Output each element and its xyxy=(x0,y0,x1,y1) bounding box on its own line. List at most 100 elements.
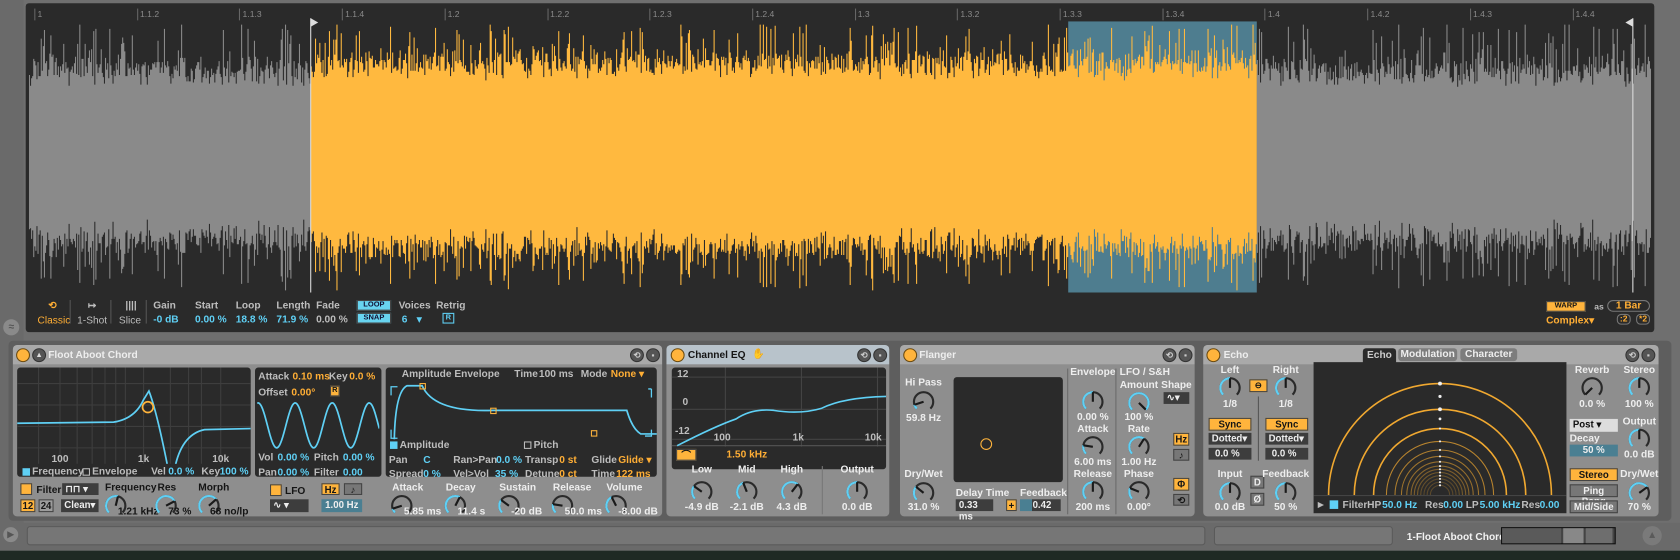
xy-pad[interactable] xyxy=(953,377,1063,483)
save-icon[interactable]: ▪ xyxy=(1641,348,1656,363)
transp-value[interactable]: 0 st xyxy=(559,454,577,466)
pitch-value[interactable]: 0.00 % xyxy=(343,452,375,464)
snap-button[interactable]: SNAP xyxy=(356,312,392,324)
output-knob[interactable] xyxy=(1628,426,1652,450)
low-cut-button[interactable]: ⌒ xyxy=(676,448,697,461)
delay-time-field[interactable]: 0.33 ms xyxy=(955,499,994,522)
attack-knob[interactable] xyxy=(1081,434,1105,458)
link-button[interactable]: ⊖ xyxy=(1249,379,1268,393)
reverb-knob[interactable] xyxy=(1580,375,1604,399)
pan-value[interactable]: 0.00 % xyxy=(278,467,310,479)
loop-icon[interactable]: ⟲ xyxy=(48,300,57,312)
stereo-mode-button[interactable]: Stereo xyxy=(1569,468,1618,482)
envelope-tab[interactable]: Envelope xyxy=(92,466,137,478)
filter-toggle[interactable] xyxy=(20,483,33,496)
right-offset-field[interactable]: 0.0 % xyxy=(1265,447,1309,460)
right-sync-mode-select[interactable]: Dotted▾ xyxy=(1265,432,1309,445)
release-knob[interactable] xyxy=(1081,479,1105,503)
filter-type-select[interactable]: ⊓⊓ ▾ xyxy=(62,483,99,496)
warp-button[interactable]: WARP xyxy=(1546,301,1586,312)
vol-value[interactable]: 0.00 % xyxy=(278,452,310,464)
feedback-field[interactable]: 0.42 xyxy=(1020,499,1061,512)
note-sync-button[interactable]: ♪ xyxy=(343,483,363,496)
waveform-display[interactable] xyxy=(28,5,1652,293)
mode-0-button[interactable]: Classic xyxy=(38,315,71,327)
filter-curve[interactable] xyxy=(17,367,251,464)
fade-value[interactable]: 0.00 % xyxy=(316,314,348,326)
reverb-position-select[interactable]: Post ▾ xyxy=(1569,418,1618,432)
hot-swap-icon[interactable]: ⟲ xyxy=(1625,348,1640,363)
double-tempo-button[interactable]: *2 xyxy=(1636,313,1651,325)
lfo-toggle[interactable] xyxy=(270,484,282,497)
res-value[interactable]: 0.00 xyxy=(1443,499,1463,511)
hot-swap-icon[interactable]: ⟲ xyxy=(630,348,644,363)
decay-field[interactable]: 50 % xyxy=(1569,444,1618,457)
frequency-value[interactable]: 1.50 kHz xyxy=(726,449,767,461)
stereo-knob[interactable] xyxy=(1628,375,1652,399)
hz-button[interactable]: Hz xyxy=(321,483,340,496)
mode-1-button[interactable]: 1-Shot xyxy=(77,315,107,327)
spin-button[interactable]: ⟲ xyxy=(1173,493,1190,506)
hz-button[interactable]: Hz xyxy=(1173,432,1190,446)
offset-value[interactable]: 0.00° xyxy=(291,387,315,399)
shape-select[interactable]: ∿▾ xyxy=(1163,392,1190,404)
slope-24-button[interactable]: 24 xyxy=(38,499,54,513)
xy-handle[interactable] xyxy=(980,438,993,451)
lfo-rate-field[interactable]: 1.00 Hz xyxy=(321,499,363,513)
key-value[interactable]: 100 % xyxy=(220,466,249,478)
length-value[interactable]: 71.9 % xyxy=(276,314,308,326)
loop-value[interactable]: 18.8 % xyxy=(236,314,268,326)
vel-value[interactable]: 0.0 % xyxy=(168,466,194,478)
note-sync-button[interactable]: ♪ xyxy=(1173,448,1190,461)
slope-12-button[interactable]: 12 xyxy=(20,499,36,513)
warp-length-field[interactable]: 1 Bar xyxy=(1607,300,1651,312)
save-icon[interactable]: ▪ xyxy=(873,348,888,363)
left-offset-field[interactable]: 0.0 % xyxy=(1208,447,1252,460)
res-value[interactable]: 0.00 xyxy=(1540,499,1560,511)
tab-character[interactable]: Character xyxy=(1460,348,1518,362)
filter-amt-value[interactable]: 0.00 xyxy=(343,467,363,479)
glide-time-value[interactable]: 122 ms xyxy=(616,468,651,480)
left-time-knob[interactable] xyxy=(1218,375,1242,399)
hot-swap-icon[interactable]: ⟲ xyxy=(857,348,872,363)
ranpan-value[interactable]: 0.0 % xyxy=(496,454,522,466)
device-power-button[interactable] xyxy=(1206,348,1221,363)
mid-side-mode-button[interactable]: Mid/Side xyxy=(1569,500,1618,514)
filter-toggle[interactable] xyxy=(1329,500,1339,509)
lfo-attack-value[interactable]: 0.10 ms xyxy=(293,371,330,383)
mode-select[interactable]: None ▾ xyxy=(611,369,644,381)
time-value[interactable]: 100 ms xyxy=(539,369,574,381)
eq-high-knob[interactable] xyxy=(780,479,804,503)
triangle-up-icon[interactable]: ▲ xyxy=(1642,526,1662,546)
gain-value[interactable]: -0 dB xyxy=(153,314,178,326)
triangle-up-icon[interactable]: ▲ xyxy=(32,348,47,363)
play-icon[interactable]: ▶ xyxy=(3,527,19,543)
left-sync-button[interactable]: Sync xyxy=(1208,417,1252,431)
velvol-value[interactable]: 35 % xyxy=(495,468,518,480)
rate-knob[interactable] xyxy=(1127,434,1151,458)
input-knob[interactable] xyxy=(1218,480,1242,504)
start-marker-handle[interactable] xyxy=(310,18,319,27)
slice-icon[interactable]: |||| xyxy=(125,300,136,312)
eq-output-knob[interactable] xyxy=(845,479,869,503)
lp-value[interactable]: 5.00 kHz xyxy=(1480,499,1521,511)
wave-icon[interactable]: ≈ xyxy=(3,319,20,336)
eq-mid-knob[interactable] xyxy=(735,479,759,503)
eq-low-knob[interactable] xyxy=(690,479,714,503)
hp-value[interactable]: 50.0 Hz xyxy=(1382,499,1417,511)
left-sync-mode-select[interactable]: Dotted▾ xyxy=(1208,432,1252,445)
amount-knob[interactable] xyxy=(1127,390,1151,414)
right-time-knob[interactable] xyxy=(1274,375,1298,399)
feedback-knob[interactable] xyxy=(1274,480,1298,504)
device-power-button[interactable] xyxy=(903,348,918,363)
phase-mode-button[interactable]: Φ xyxy=(1173,477,1190,491)
frequency-tab[interactable]: Frequency xyxy=(32,466,83,478)
phase-knob[interactable] xyxy=(1127,479,1151,503)
save-icon[interactable]: ▪ xyxy=(1178,348,1193,363)
ping-pong-mode-button[interactable]: Ping Pong xyxy=(1569,484,1618,507)
glide-select[interactable]: Glide ▾ xyxy=(618,454,651,466)
warp-mode-select[interactable]: Complex▾ xyxy=(1546,315,1594,327)
drywet-knob[interactable] xyxy=(912,480,936,504)
lfo-key-value[interactable]: 0.0 % xyxy=(349,371,375,383)
save-icon[interactable]: ▪ xyxy=(646,348,661,363)
